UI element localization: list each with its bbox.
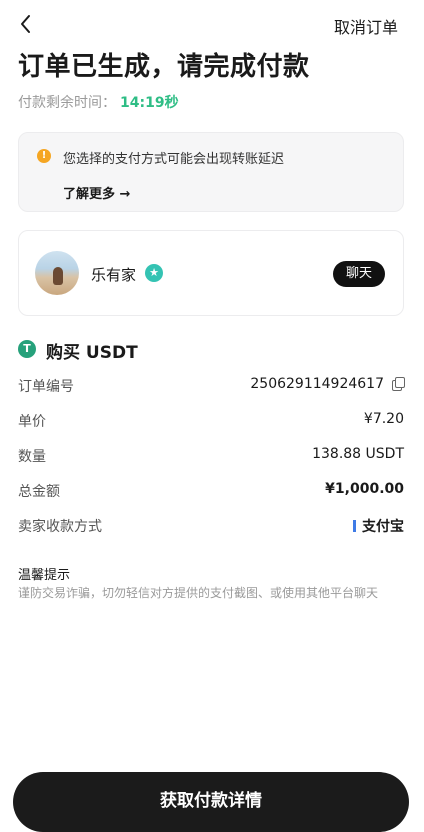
- payment-method-marker: [353, 520, 356, 532]
- payment-method-value-wrap: 支付宝: [353, 516, 404, 536]
- notice-message: 您选择的支付方式可能会出现转账延迟: [63, 152, 285, 167]
- delay-notice: ! 您选择的支付方式可能会出现转账延迟 了解更多 →: [18, 132, 404, 212]
- total-amount-label: 总金额: [18, 484, 60, 500]
- payment-method-value: 支付宝: [362, 519, 404, 535]
- chat-button[interactable]: 聊天: [333, 261, 385, 287]
- unit-price-row: 单价 ¥7.20: [18, 411, 404, 435]
- avatar: [35, 251, 79, 295]
- quantity-value: 138.88 USDT: [312, 446, 404, 462]
- top-bar: 取消订单: [0, 0, 424, 48]
- tether-icon: T: [18, 340, 36, 358]
- order-number-value-wrap: 250629114924617: [250, 376, 405, 392]
- get-payment-details-button[interactable]: 获取付款详情: [13, 772, 409, 832]
- verified-star-icon: ★: [145, 264, 163, 282]
- timer-value: 14:19秒: [120, 95, 179, 111]
- unit-price-label: 单价: [18, 414, 46, 430]
- order-title: 购买 USDT: [46, 343, 138, 363]
- page-title: 订单已生成，请完成付款: [18, 52, 310, 82]
- cancel-order-button[interactable]: 取消订单: [334, 14, 398, 38]
- tips-title: 温馨提示: [18, 568, 71, 583]
- order-number-row: 订单编号 250629114924617: [18, 376, 405, 400]
- chevron-left-icon[interactable]: [14, 10, 38, 38]
- timer-label: 付款剩余时间：: [18, 95, 116, 111]
- learn-more-link[interactable]: 了解更多 →: [63, 183, 130, 202]
- payment-timer: 付款剩余时间： 14:19秒: [18, 92, 179, 112]
- quantity-row: 数量 138.88 USDT: [18, 446, 404, 470]
- total-amount-row: 总金额 ¥1,000.00: [18, 481, 404, 505]
- copy-icon[interactable]: [392, 377, 405, 391]
- warning-icon: !: [37, 149, 51, 163]
- payment-method-label: 卖家收款方式: [18, 519, 102, 535]
- unit-price-value: ¥7.20: [363, 411, 404, 427]
- total-amount-value: ¥1,000.00: [325, 481, 404, 497]
- quantity-label: 数量: [18, 449, 46, 465]
- seller-name: 乐有家: [91, 266, 137, 284]
- avatar-figure: [53, 267, 63, 285]
- seller-card: 乐有家 ★ 聊天: [18, 230, 404, 316]
- payment-method-row: 卖家收款方式 支付宝: [18, 516, 404, 540]
- order-number-label: 订单编号: [18, 379, 74, 395]
- tips-body: 谨防交易诈骗，切勿轻信对方提供的支付截图、或使用其他平台聊天: [18, 586, 379, 600]
- order-number-value: 250629114924617: [250, 376, 384, 392]
